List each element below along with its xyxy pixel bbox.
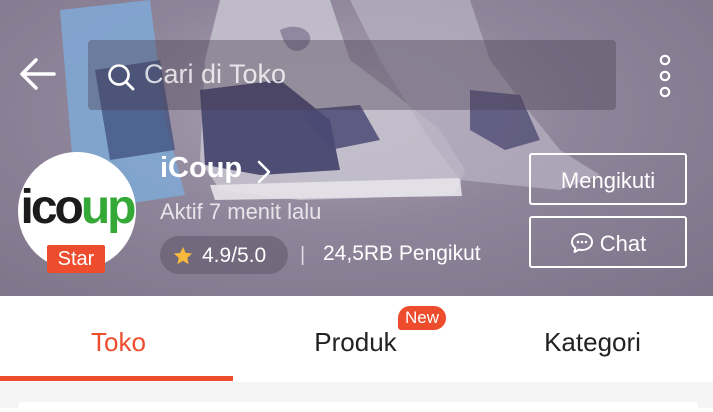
shop-header: Cari di Toko icoup Star iCoup Aktif 7 me… xyxy=(0,0,713,296)
star-seller-badge: Star xyxy=(47,245,105,273)
more-vertical-icon[interactable] xyxy=(650,54,680,98)
shop-logo-wordmark: icoup xyxy=(20,181,137,234)
tab-kategori-label: Kategori xyxy=(544,327,641,357)
shop-rating: 4.9/5.0 xyxy=(160,236,288,274)
chat-label: Chat xyxy=(599,231,647,256)
rating-value: 4.9/5.0 xyxy=(202,244,267,267)
follow-label: Mengikuti xyxy=(560,168,656,193)
search-input[interactable]: Cari di Toko xyxy=(88,40,616,110)
search-placeholder: Cari di Toko xyxy=(144,59,287,89)
follow-button[interactable]: Mengikuti xyxy=(529,153,687,205)
shop-name[interactable]: iCoup xyxy=(160,152,242,185)
content-area xyxy=(0,382,713,412)
chat-button[interactable]: Chat xyxy=(529,216,687,268)
content-card xyxy=(18,402,698,412)
tab-toko[interactable]: Toko xyxy=(0,296,237,382)
search-icon xyxy=(108,64,135,91)
chat-bubble-icon xyxy=(570,233,593,253)
new-badge: New xyxy=(398,306,446,330)
shop-status: Aktif 7 menit lalu xyxy=(160,199,322,224)
tab-kategori[interactable]: Kategori xyxy=(474,296,711,382)
star-icon xyxy=(173,246,193,265)
tab-toko-label: Toko xyxy=(91,327,146,357)
chevron-right-icon[interactable] xyxy=(256,158,272,186)
stat-separator: | xyxy=(300,244,306,266)
active-tab-indicator xyxy=(0,376,233,381)
follower-count: 24,5RB Pengikut xyxy=(323,242,481,265)
back-arrow-icon[interactable] xyxy=(14,50,66,98)
shop-tabs: Toko Produk Kategori xyxy=(0,296,713,382)
tab-produk-label: Produk xyxy=(314,327,397,357)
